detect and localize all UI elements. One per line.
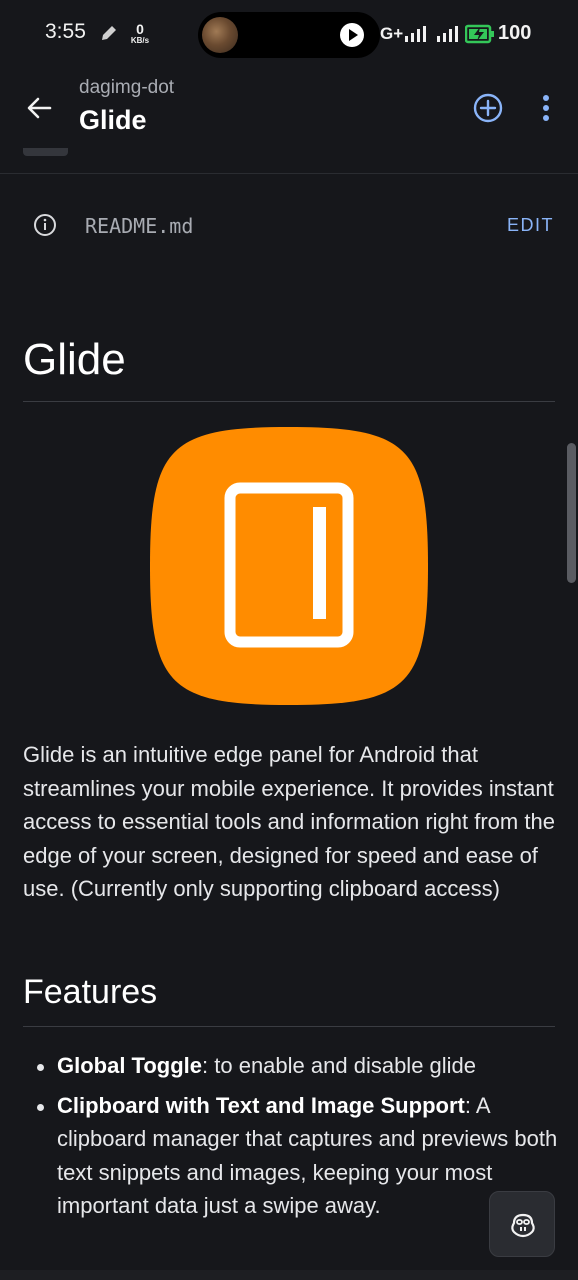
- more-vert-icon: [543, 95, 549, 121]
- media-thumbnail: [202, 17, 238, 53]
- repo-owner[interactable]: dagimg-dot: [79, 77, 174, 99]
- glide-logo: [150, 427, 428, 705]
- divider: [0, 173, 578, 174]
- status-time: 3:55: [45, 20, 86, 43]
- list-item: Clipboard with Text and Image Support: A…: [23, 1089, 563, 1223]
- play-icon[interactable]: [340, 23, 364, 47]
- repo-title: Glide: [79, 105, 147, 135]
- net-speed-unit: KB/s: [130, 36, 150, 45]
- battery-charging-icon: [465, 24, 494, 44]
- back-button[interactable]: [22, 90, 58, 126]
- battery-percent: 100: [498, 22, 532, 44]
- status-bar: 3:55 0 KB/s G+ 100: [0, 0, 578, 68]
- list-item: Global Toggle: to enable and disable gli…: [23, 1049, 563, 1083]
- feature-name: Clipboard with Text and Image Support: [57, 1092, 465, 1118]
- scrollbar[interactable]: [567, 443, 576, 583]
- network-type: G+: [380, 24, 404, 43]
- heading-rule: [23, 401, 555, 402]
- arrow-left-icon: [27, 97, 52, 119]
- add-button[interactable]: [470, 90, 506, 126]
- heading-rule-2: [23, 1026, 555, 1027]
- net-speed-value: 0: [136, 21, 144, 37]
- readme-file-name: README.md: [85, 214, 194, 238]
- plus-circle-icon: [473, 93, 503, 123]
- features-list: Global Toggle: to enable and disable gli…: [23, 1049, 563, 1229]
- readme-title: Glide: [23, 335, 126, 384]
- features-heading: Features: [23, 973, 158, 1011]
- bottom-edge: [0, 1270, 578, 1280]
- media-island[interactable]: [198, 12, 380, 58]
- copilot-icon: [511, 1213, 535, 1238]
- info-icon: [34, 214, 56, 236]
- app-bar: dagimg-dot Glide: [0, 68, 578, 148]
- signal-strength-icon: [405, 26, 426, 42]
- edit-button[interactable]: EDIT: [507, 215, 554, 236]
- signal-strength-icon-2: [437, 26, 458, 42]
- readme-header: README.md EDIT: [0, 200, 578, 250]
- readme-intro: Glide is an intuitive edge panel for And…: [23, 742, 555, 902]
- feature-name: Global Toggle: [57, 1053, 203, 1078]
- copilot-button[interactable]: [489, 1191, 555, 1257]
- more-options-button[interactable]: [534, 92, 558, 124]
- net-speed-indicator: 0 KB/s: [128, 22, 152, 45]
- feature-desc: : to enable and disable glide: [202, 1053, 477, 1078]
- collapsed-section-edge: [23, 148, 68, 156]
- pen-icon: [102, 26, 116, 40]
